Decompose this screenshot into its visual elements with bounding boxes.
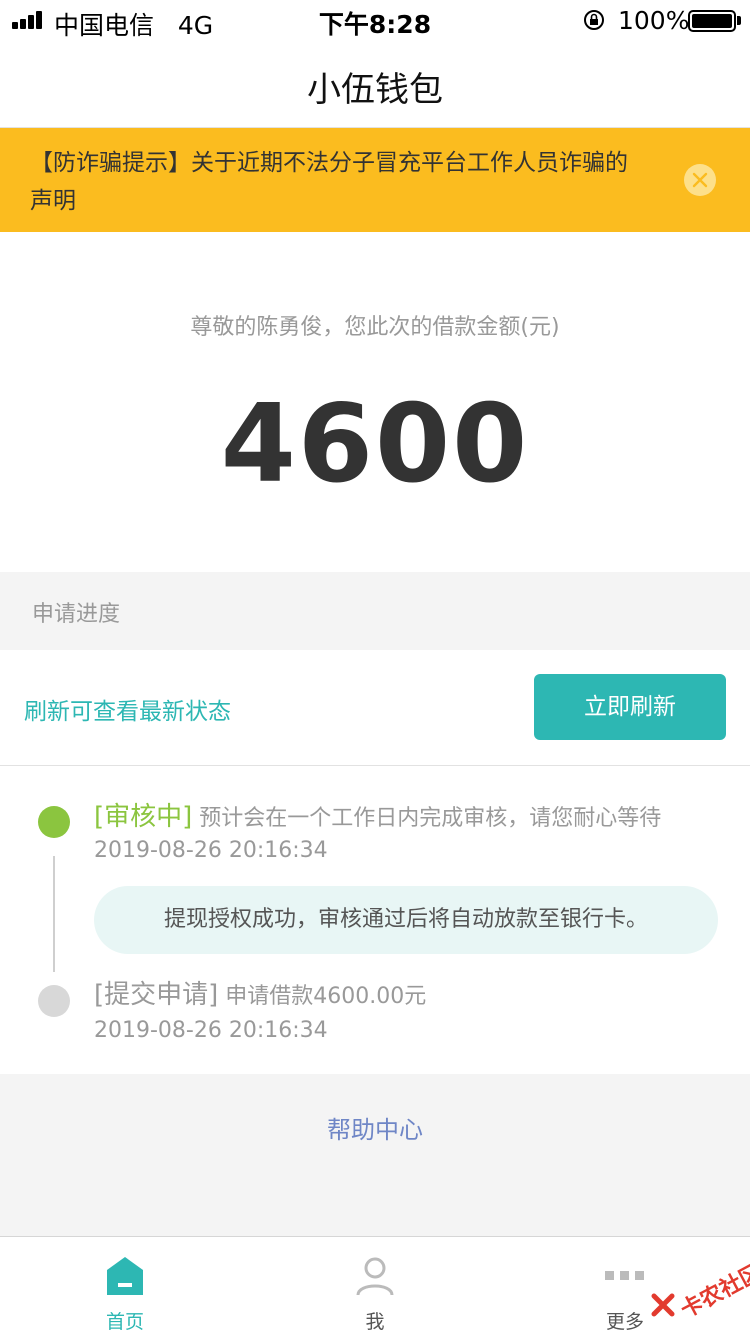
progress-section-label: 申请进度 <box>32 602 121 627</box>
help-center-link[interactable]: 帮助中心 <box>0 1110 750 1145</box>
rotation-lock-icon <box>584 10 604 30</box>
tab-home[interactable]: 首页 <box>0 1237 250 1334</box>
tab-more[interactable]: 更多 <box>500 1237 750 1334</box>
step-time: 2019-08-26 20:16:34 <box>94 1018 328 1043</box>
battery-tip <box>737 16 741 25</box>
page-title: 小伍钱包 <box>307 70 443 110</box>
loan-greeting: 尊敬的陈勇俊，您此次的借款金额(元) <box>190 315 560 340</box>
timeline-step-submitted: [提交申请] 申请借款4600.00元 <box>94 974 426 1011</box>
battery-percent: 100% <box>618 6 690 35</box>
loan-amount-card: 尊敬的陈勇俊，您此次的借款金额(元) 4600 <box>0 232 750 572</box>
step-status: [提交申请] <box>94 980 219 1010</box>
step-time: 2019-08-26 20:16:34 <box>94 838 328 863</box>
tab-label: 首页 <box>105 1311 144 1333</box>
tab-bar: 首页 我 更多 <box>0 1236 750 1334</box>
timeline-connector <box>53 856 55 972</box>
step-description: 预计会在一个工作日内完成审核，请您耐心等待 <box>199 806 662 831</box>
help-area: 帮助中心 <box>0 1074 750 1236</box>
battery-icon <box>688 10 736 32</box>
progress-timeline: [审核中] 预计会在一个工作日内完成审核，请您耐心等待 2019-08-26 2… <box>0 766 750 1074</box>
refresh-button[interactable]: 立即刷新 <box>534 674 726 740</box>
tab-label: 我 <box>365 1311 385 1333</box>
refresh-row: 刷新可查看最新状态 立即刷新 <box>0 650 750 766</box>
nav-bar: 小伍钱包 <box>0 40 750 128</box>
timeline-dot-done <box>38 985 70 1017</box>
step-status: [审核中] <box>94 802 193 832</box>
progress-section-header: 申请进度 <box>0 572 750 650</box>
loan-amount: 4600 <box>220 382 530 507</box>
timeline-step-reviewing: [审核中] 预计会在一个工作日内完成审核，请您耐心等待 <box>94 796 661 833</box>
tab-label: 更多 <box>605 1311 644 1333</box>
user-icon <box>356 1257 394 1296</box>
notice-text[interactable]: 【防诈骗提示】关于近期不法分子冒充平台工作人员诈骗的声明 <box>30 144 650 220</box>
close-icon[interactable] <box>684 164 716 196</box>
refresh-hint: 刷新可查看最新状态 <box>24 699 231 725</box>
step-note: 提现授权成功，审核通过后将自动放款至银行卡。 <box>94 886 718 954</box>
step-description: 申请借款4600.00元 <box>225 984 427 1009</box>
timeline-dot-active <box>38 806 70 838</box>
status-bar: 中国电信 4G 下午8:28 100% <box>0 0 750 40</box>
more-icon <box>605 1271 644 1280</box>
home-icon <box>107 1257 143 1295</box>
tab-me[interactable]: 我 <box>250 1237 500 1334</box>
fraud-notice-banner[interactable]: 【防诈骗提示】关于近期不法分子冒充平台工作人员诈骗的声明 <box>0 128 750 232</box>
